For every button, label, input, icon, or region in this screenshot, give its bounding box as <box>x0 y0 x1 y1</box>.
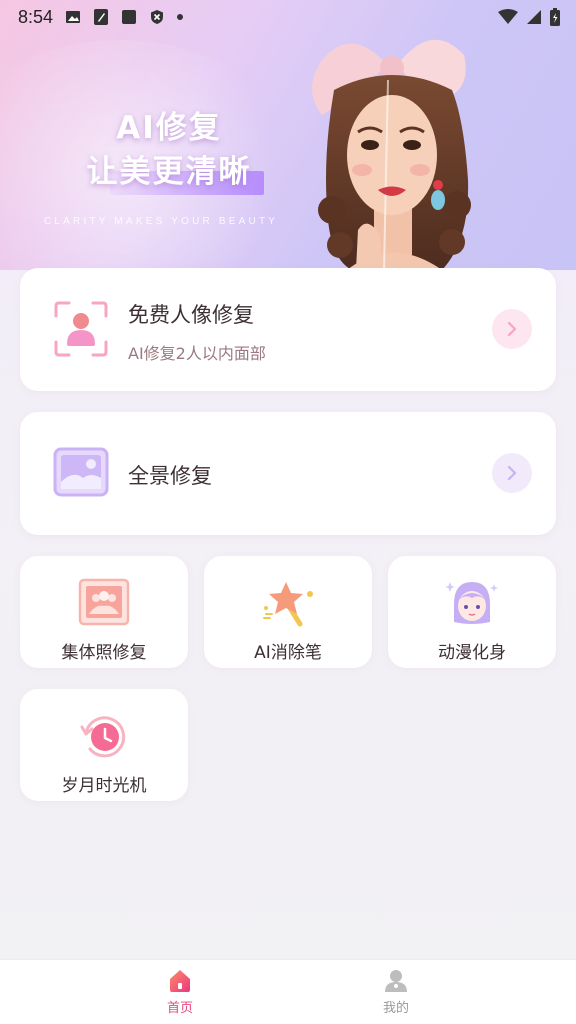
anime-avatar-card[interactable]: 动漫化身 <box>388 556 556 668</box>
chevron-right-icon <box>507 465 517 481</box>
anime-avatar-icon <box>445 582 498 624</box>
panorama-repair-card[interactable]: 全景修复 <box>20 412 556 535</box>
banner-title-line2: 让美更清晰 <box>86 154 252 190</box>
landscape-photo-icon <box>53 447 109 497</box>
home-icon <box>170 970 190 992</box>
status-bar: 8:54 <box>0 0 576 34</box>
portrait-scan-icon <box>54 301 108 357</box>
nav-mine-label: 我的 <box>382 1001 409 1016</box>
status-time: 8:54 <box>18 6 54 27</box>
time-machine-icon <box>80 716 126 758</box>
banner-title: AI修复 让美更清晰 <box>74 106 264 194</box>
panorama-card-title: 全景修复 <box>128 464 212 488</box>
portrait-repair-card[interactable]: 免费人像修复 AI修复2人以内面部 <box>20 268 556 391</box>
user-icon <box>385 970 407 992</box>
group-photo-repair-card[interactable]: 集体照修复 <box>20 556 188 668</box>
signal-icon <box>527 10 541 24</box>
anime-avatar-label: 动漫化身 <box>438 643 506 663</box>
portrait-card-title: 免费人像修复 <box>128 303 254 327</box>
time-machine-label: 岁月时光机 <box>61 776 147 796</box>
bottom-nav: 首页 我的 <box>0 959 576 1024</box>
hero-banner[interactable]: AI修复 让美更清晰 CLARITY MAKES YOUR BEAUTY <box>0 0 576 270</box>
panorama-arrow-button[interactable] <box>492 453 532 493</box>
shield-icon <box>151 10 164 24</box>
wifi-icon <box>498 9 518 24</box>
dot-icon <box>177 14 184 20</box>
image-icon <box>66 11 81 23</box>
chevron-right-icon <box>507 321 517 337</box>
magic-wand-icon <box>263 582 313 627</box>
group-photo-icon <box>78 578 130 626</box>
nav-home[interactable]: 首页 <box>120 968 240 1016</box>
group-photo-label: 集体照修复 <box>61 643 147 663</box>
nav-mine[interactable]: 我的 <box>336 968 456 1016</box>
time-machine-card[interactable]: 岁月时光机 <box>20 689 188 801</box>
ai-eraser-card[interactable]: AI消除笔 <box>204 556 372 668</box>
portrait-card-subtitle: AI修复2人以内面部 <box>128 344 266 363</box>
portrait-arrow-button[interactable] <box>492 309 532 349</box>
ai-eraser-label: AI消除笔 <box>254 643 322 663</box>
edit-icon <box>94 9 109 25</box>
square-icon <box>122 10 137 24</box>
battery-icon <box>550 8 560 26</box>
nav-home-label: 首页 <box>166 1001 193 1016</box>
banner-subtitle: CLARITY MAKES YOUR BEAUTY <box>44 216 279 227</box>
portrait-image <box>312 39 471 270</box>
banner-title-line1: AI修复 <box>116 110 222 146</box>
